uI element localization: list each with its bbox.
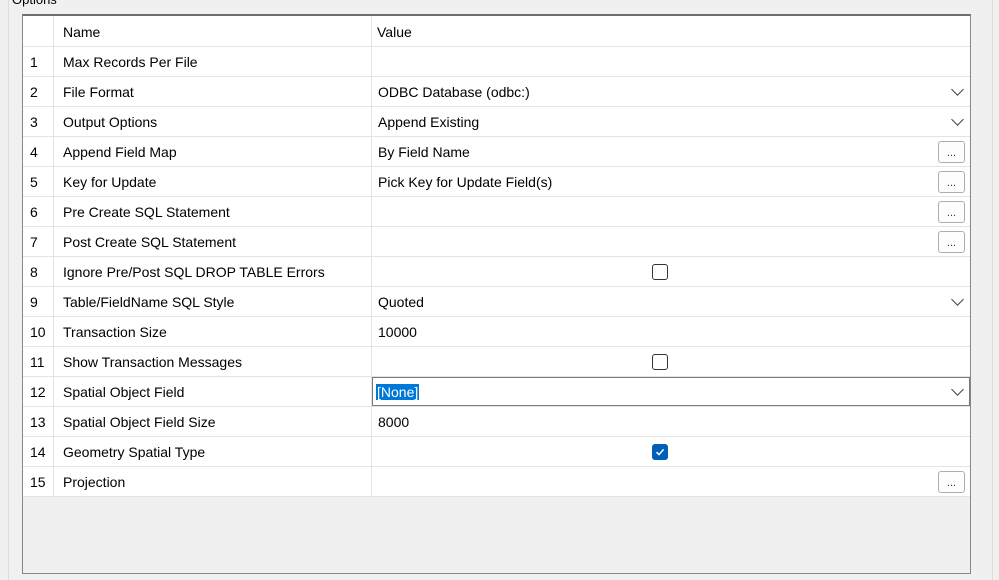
- property-value[interactable]: ODBC Database (odbc:): [372, 77, 970, 106]
- ellipsis-button[interactable]: ...: [938, 230, 965, 253]
- table-row[interactable]: 11 Show Transaction Messages: [23, 347, 970, 377]
- row-number: 8: [23, 257, 54, 286]
- property-value-text: Append Existing: [378, 113, 480, 130]
- property-value-text: Quoted: [378, 293, 424, 310]
- property-value-text: Pick Key for Update Field(s): [378, 173, 553, 190]
- property-value[interactable]: [372, 47, 970, 76]
- table-row[interactable]: 12 Spatial Object Field [None]: [23, 377, 970, 407]
- header-row: Name Value: [23, 16, 970, 47]
- property-checkbox[interactable]: [652, 443, 668, 460]
- row-number: 13: [23, 407, 54, 436]
- row-number: 11: [23, 347, 54, 376]
- table-row[interactable]: 5 Key for Update Pick Key for Update Field…: [23, 167, 970, 197]
- ellipsis-button[interactable]: ...: [938, 470, 965, 493]
- table-row[interactable]: 15 Projection...: [23, 467, 970, 497]
- header-name[interactable]: Name: [54, 16, 372, 46]
- row-number: 10: [23, 317, 54, 346]
- property-value[interactable]: Pick Key for Update Field(s)...: [372, 167, 970, 196]
- property-value[interactable]: Quoted: [372, 287, 970, 316]
- property-name[interactable]: Output Options: [54, 107, 372, 136]
- property-name[interactable]: Spatial Object Field: [54, 377, 372, 406]
- header-num: [23, 16, 54, 46]
- property-name[interactable]: Table/FieldName SQL Style: [54, 287, 372, 316]
- property-value[interactable]: [372, 347, 970, 376]
- property-value[interactable]: Append Existing: [372, 107, 970, 136]
- property-name[interactable]: Show Transaction Messages: [54, 347, 372, 376]
- property-name[interactable]: Pre Create SQL Statement: [54, 197, 372, 226]
- property-value[interactable]: ...: [372, 227, 970, 256]
- options-group-label: Options: [10, 0, 59, 8]
- table-row[interactable]: 6 Pre Create SQL Statement...: [23, 197, 970, 227]
- row-number: 14: [23, 437, 54, 466]
- property-name[interactable]: Projection: [54, 467, 372, 496]
- property-name[interactable]: Spatial Object Field Size: [54, 407, 372, 436]
- property-name[interactable]: File Format: [54, 77, 372, 106]
- property-value[interactable]: [None]: [372, 377, 970, 406]
- ellipsis-button[interactable]: ...: [938, 140, 965, 163]
- property-value[interactable]: [372, 257, 970, 286]
- property-value[interactable]: ...: [372, 197, 970, 226]
- property-value-text: 8000: [378, 413, 410, 430]
- property-value[interactable]: 10000: [372, 317, 970, 346]
- row-number: 9: [23, 287, 54, 316]
- row-number: 12: [23, 377, 54, 406]
- row-number: 2: [23, 77, 54, 106]
- options-property-grid[interactable]: Name Value 1 Max Records Per File 2 File Fo…: [22, 14, 971, 574]
- property-table: Name Value 1 Max Records Per File 2 File Fo…: [23, 16, 970, 497]
- table-row[interactable]: 9 Table/FieldName SQL Style Quoted: [23, 287, 970, 317]
- property-checkbox[interactable]: [652, 353, 668, 370]
- row-number: 3: [23, 107, 54, 136]
- table-row[interactable]: 1 Max Records Per File: [23, 47, 970, 77]
- property-name[interactable]: Max Records Per File: [54, 47, 372, 76]
- property-value[interactable]: [372, 437, 970, 466]
- row-number: 6: [23, 197, 54, 226]
- property-checkbox[interactable]: [652, 263, 668, 280]
- table-row[interactable]: 8 Ignore Pre/Post SQL DROP TABLE Errors: [23, 257, 970, 287]
- row-number: 7: [23, 227, 54, 256]
- ellipsis-button[interactable]: ...: [938, 200, 965, 223]
- ellipsis-button[interactable]: ...: [938, 170, 965, 193]
- property-value[interactable]: By Field Name...: [372, 137, 970, 166]
- row-number: 15: [23, 467, 54, 496]
- table-row[interactable]: 3 Output Options Append Existing: [23, 107, 970, 137]
- property-value-text: ODBC Database (odbc:): [378, 83, 530, 100]
- row-number: 4: [23, 137, 54, 166]
- row-number: 5: [23, 167, 54, 196]
- property-name[interactable]: Transaction Size: [54, 317, 372, 346]
- table-row[interactable]: 7 Post Create SQL Statement...: [23, 227, 970, 257]
- row-number: 1: [23, 47, 54, 76]
- property-name[interactable]: Geometry Spatial Type: [54, 437, 372, 466]
- header-value[interactable]: Value: [372, 16, 970, 46]
- property-value-text: 10000: [378, 323, 417, 340]
- property-name[interactable]: Append Field Map: [54, 137, 372, 166]
- property-name[interactable]: Ignore Pre/Post SQL DROP TABLE Errors: [54, 257, 372, 286]
- focused-editor-frame: [372, 377, 970, 406]
- property-name[interactable]: Post Create SQL Statement: [54, 227, 372, 256]
- chevron-down-icon[interactable]: [951, 112, 964, 126]
- table-row[interactable]: 13 Spatial Object Field Size 8000: [23, 407, 970, 437]
- checkmark-icon: [655, 448, 665, 456]
- property-value[interactable]: 8000: [372, 407, 970, 436]
- chevron-down-icon[interactable]: [951, 82, 964, 96]
- property-name[interactable]: Key for Update: [54, 167, 372, 196]
- table-row[interactable]: 14 Geometry Spatial Type: [23, 437, 970, 467]
- property-value-text: By Field Name: [378, 143, 470, 160]
- chevron-down-icon[interactable]: [951, 292, 964, 306]
- property-value[interactable]: ...: [372, 467, 970, 496]
- table-row[interactable]: 10 Transaction Size 10000: [23, 317, 970, 347]
- table-row[interactable]: 2 File Format ODBC Database (odbc:): [23, 77, 970, 107]
- table-row[interactable]: 4 Append Field Map By Field Name...: [23, 137, 970, 167]
